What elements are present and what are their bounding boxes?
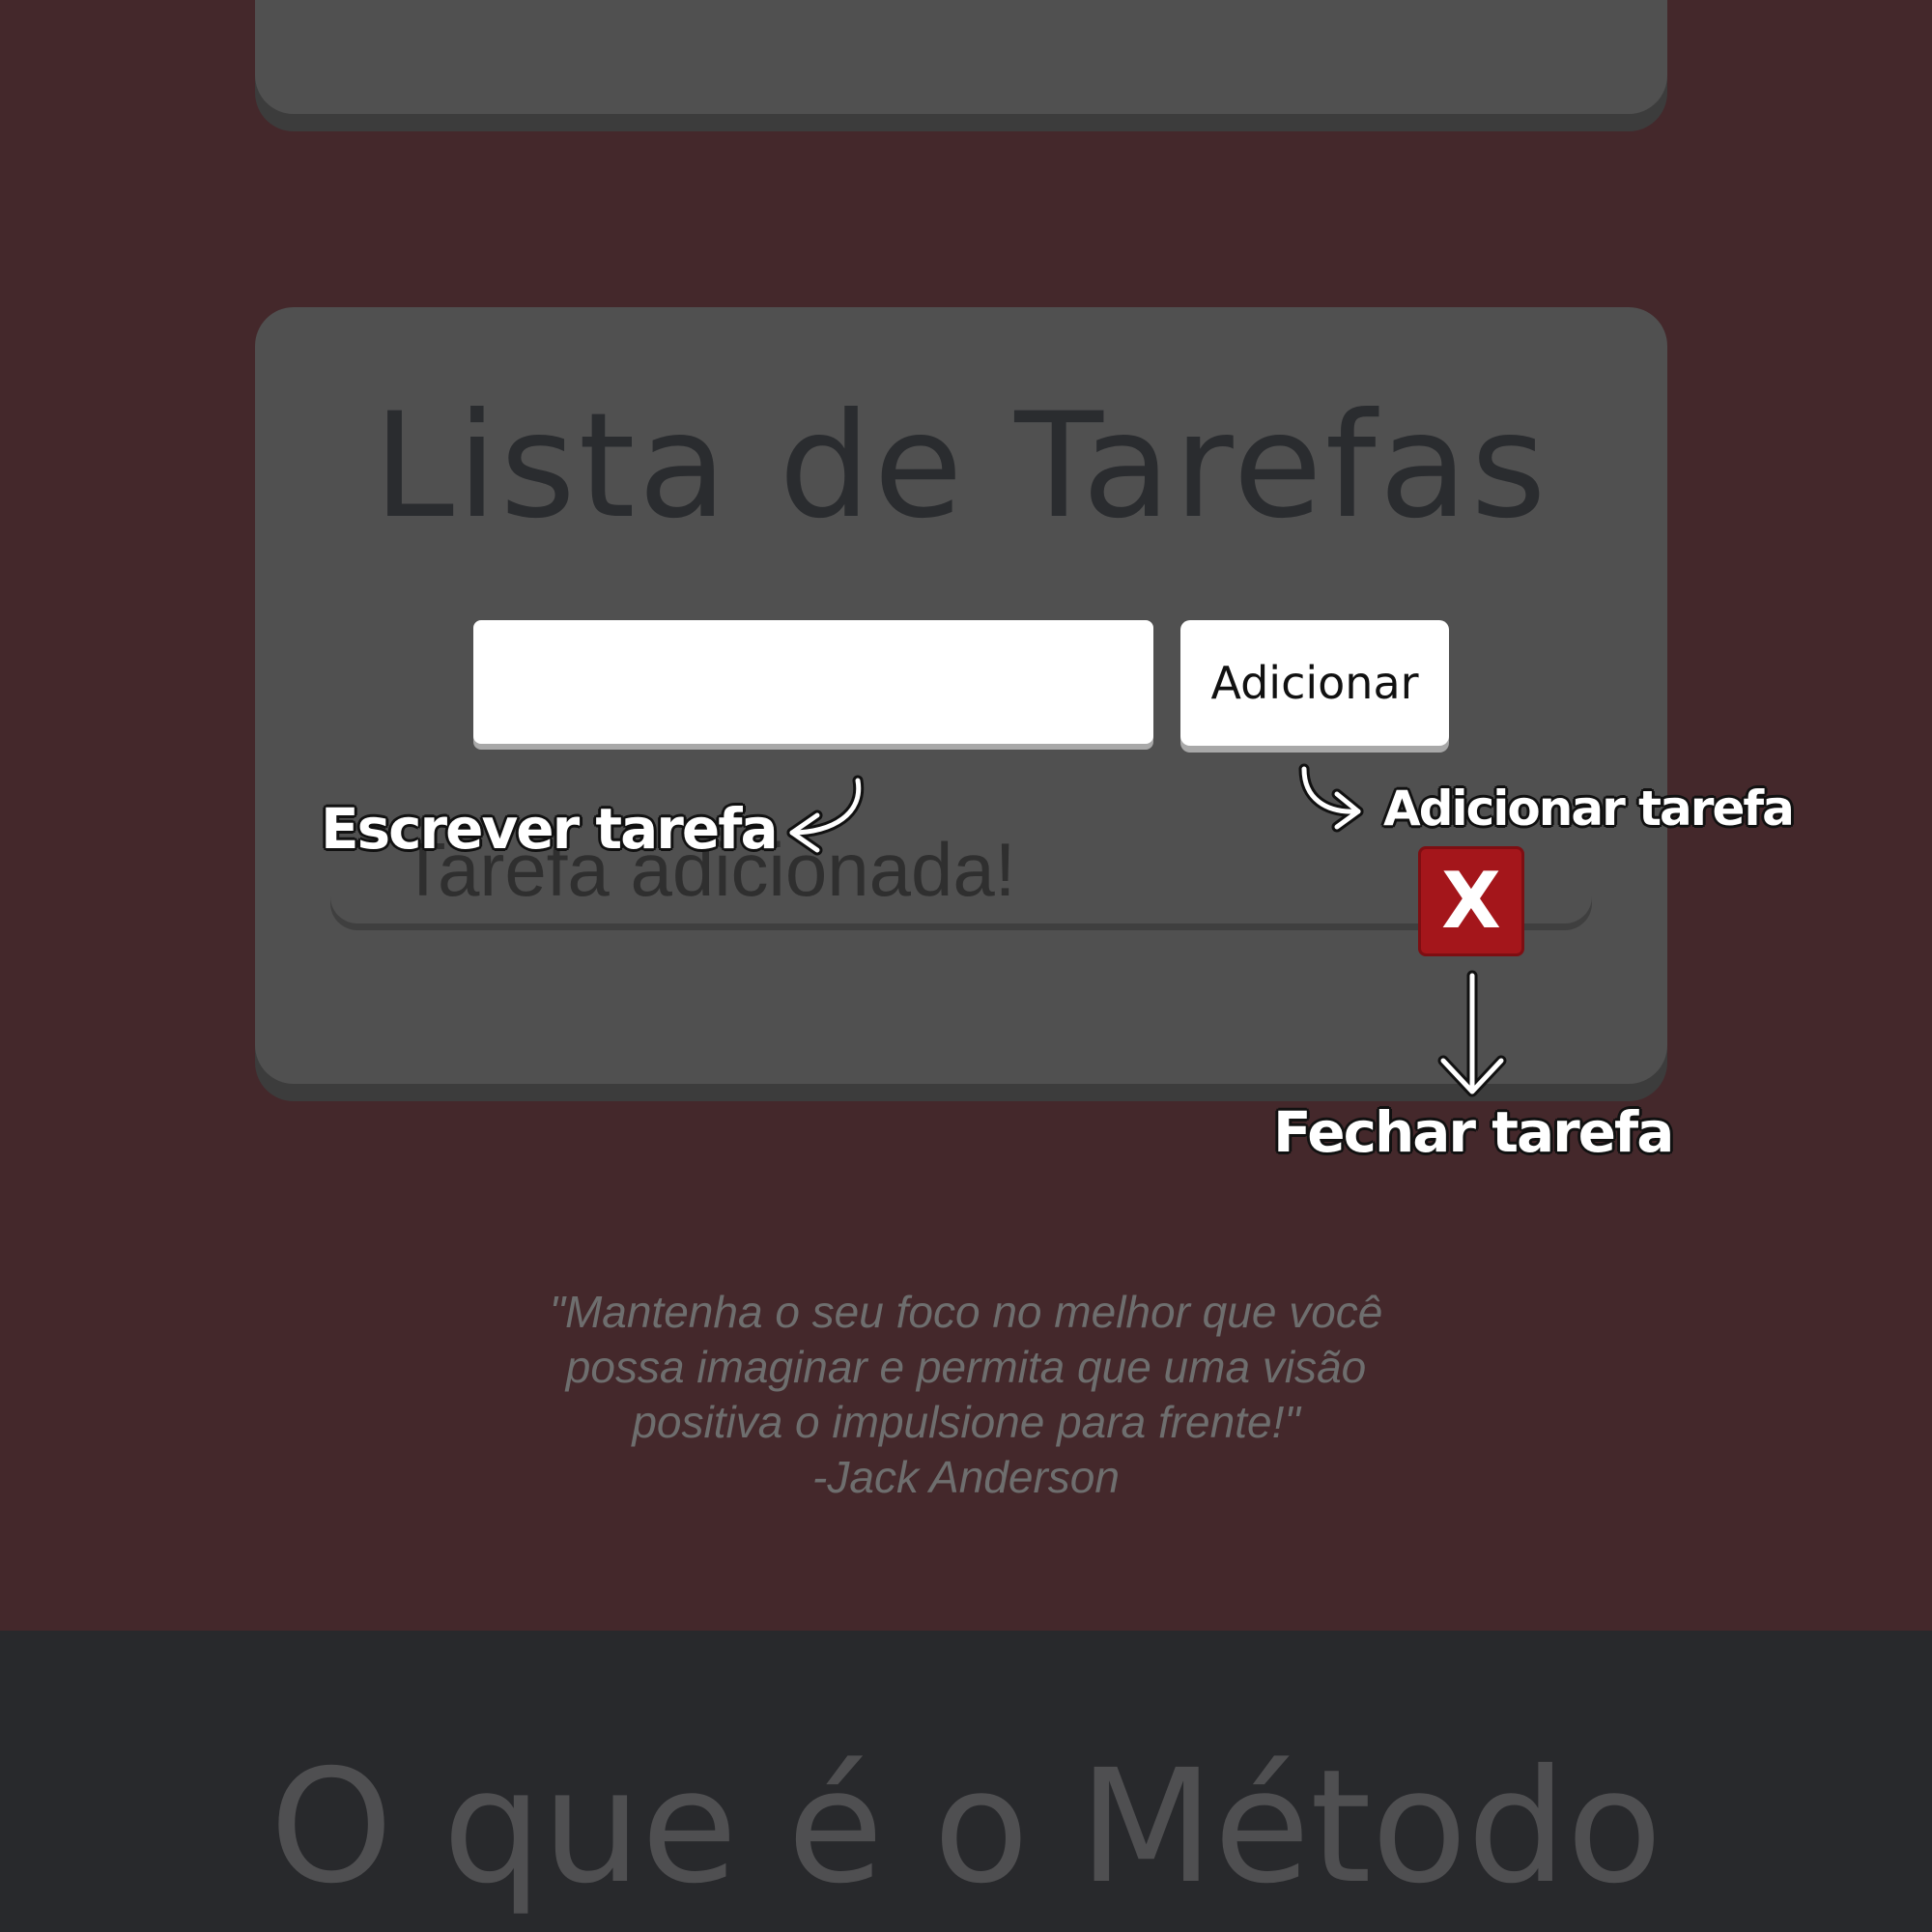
timer-card — [255, 0, 1667, 114]
task-input[interactable] — [473, 620, 1153, 744]
footer-heading: O que é o Método — [270, 1737, 1662, 1918]
close-task-button[interactable]: X — [1418, 846, 1524, 956]
motivational-quote: "Mantenha o seu foco no melhor que você … — [425, 1285, 1507, 1505]
annotation-write-task: Escrever tarefa — [321, 796, 779, 862]
todo-title: Lista de Tarefas — [373, 383, 1549, 551]
quote-line: positiva o impulsione para frente!" — [632, 1397, 1300, 1447]
add-task-button[interactable]: Adicionar — [1180, 620, 1449, 746]
quote-line: "Mantenha o seu foco no melhor que você — [549, 1287, 1383, 1337]
quote-author: -Jack Anderson — [812, 1452, 1120, 1502]
annotation-add-task: Adicionar tarefa — [1383, 781, 1795, 837]
todo-card: Lista de Tarefas Adicionar Tarefa adicio… — [255, 307, 1667, 1084]
annotation-close-task: Fechar tarefa — [1273, 1099, 1674, 1165]
footer-section: O que é o Método — [0, 1631, 1932, 1932]
quote-line: possa imaginar e permita que uma visão — [565, 1342, 1367, 1392]
